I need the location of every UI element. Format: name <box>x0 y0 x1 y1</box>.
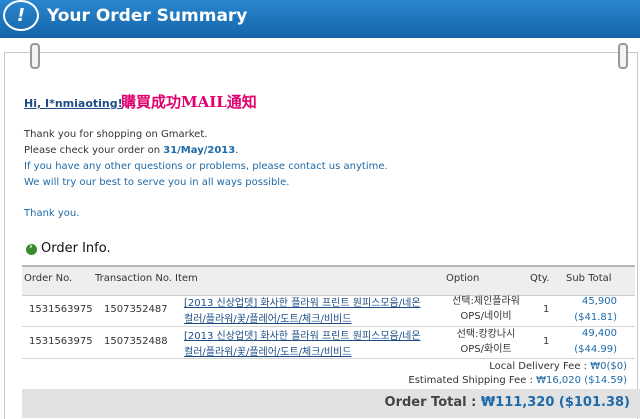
thanks-line: Thank you. <box>24 208 80 219</box>
row-divider <box>22 358 635 359</box>
greeting: Hi, I*nmiaoting! <box>24 97 123 110</box>
order-total: Order Total : ₩111,320 ($101.38) <box>385 395 630 410</box>
row2-price-usd: ($44.99) <box>574 344 617 355</box>
order-total-bar: Order Total : ₩111,320 ($101.38) <box>22 389 640 418</box>
row1-qty: 1 <box>543 304 550 315</box>
best-serve-line: We will try our best to serve you in all… <box>24 177 290 188</box>
order-date: 31/May/2013 <box>163 145 236 156</box>
header-bar: ! Your Order Summary <box>0 0 640 38</box>
row1-item-link-line2[interactable]: 컬러/플라워/꽃/플레어/도트/체크/비비드 <box>184 310 351 325</box>
check-order-line: Please check your order on 31/May/2013. <box>24 145 238 156</box>
row2-subtotal: 49,400 ($44.99) <box>557 326 617 358</box>
col-option: Option <box>446 273 480 284</box>
order-total-label: Order Total : <box>384 395 481 410</box>
check-order-prefix: Please check your order on <box>24 145 164 156</box>
row2-transaction-no: 1507352488 <box>104 336 168 347</box>
col-transaction-no: Transaction No. <box>95 273 172 284</box>
row1-option: 선택:제인플라워 OPS/네이비 <box>444 294 528 324</box>
arrow-bullet-icon: › <box>26 242 37 255</box>
col-item: Item <box>175 273 198 284</box>
col-qty: Qty. <box>530 273 550 284</box>
row2-option: 선택:캉캉나시 OPS/화이트 <box>444 327 528 357</box>
row1-option-line2: OPS/네이비 <box>460 311 512 322</box>
row2-item-link[interactable]: [2013 신상업뎃] 화사한 플라워 프린트 원피스모음/네온 <box>184 327 421 342</box>
col-subtotal: Sub Total <box>566 273 612 284</box>
mail-annotation: 購買成功MAIL通知 <box>121 93 257 111</box>
binder-ring-right-icon <box>618 43 628 69</box>
row1-transaction-no: 1507352487 <box>104 304 168 315</box>
local-delivery-value: ₩0($0) <box>590 361 627 372</box>
order-total-value: ₩111,320 ($101.38) <box>480 395 630 410</box>
row2-option-line1: 선택:캉캉나시 <box>456 329 516 340</box>
binder-ring-left-icon <box>30 43 40 69</box>
contact-line: If you have any other questions or probl… <box>24 161 388 172</box>
row2-qty: 1 <box>543 336 550 347</box>
row2-item-link-line2[interactable]: 컬러/플라워/꽃/플레어/도트/체크/비비드 <box>184 343 351 358</box>
col-order-no: Order No. <box>24 273 73 284</box>
row1-subtotal: 45,900 ($41.81) <box>557 294 617 326</box>
row2-order-no: 1531563975 <box>29 336 93 347</box>
row2-price-krw: 49,400 <box>582 328 617 339</box>
row1-order-no: 1531563975 <box>29 304 93 315</box>
page-title: Your Order Summary <box>47 6 248 26</box>
shipping-fee: Estimated Shipping Fee : ₩16,020 ($14.59… <box>408 375 627 386</box>
thank-you-line: Thank you for shopping on Gmarket. <box>24 129 208 140</box>
row1-price-usd: ($41.81) <box>574 312 617 323</box>
row2-option-line2: OPS/화이트 <box>460 344 512 355</box>
local-delivery-label: Local Delivery Fee : <box>489 361 591 372</box>
row1-item-link[interactable]: [2013 신상업뎃] 화사한 플라워 프린트 원피스모음/네온 <box>184 294 421 309</box>
exclamation-logo-icon: ! <box>3 0 39 31</box>
section-title: Order Info. <box>41 241 111 256</box>
shipping-label: Estimated Shipping Fee : <box>408 375 537 386</box>
local-delivery-fee: Local Delivery Fee : ₩0($0) <box>489 361 627 372</box>
row1-option-line1: 선택:제인플라워 <box>452 296 520 307</box>
shipping-value: ₩16,020 ($14.59) <box>536 375 627 386</box>
check-order-suffix: . <box>235 145 239 156</box>
row1-price-krw: 45,900 <box>582 296 617 307</box>
